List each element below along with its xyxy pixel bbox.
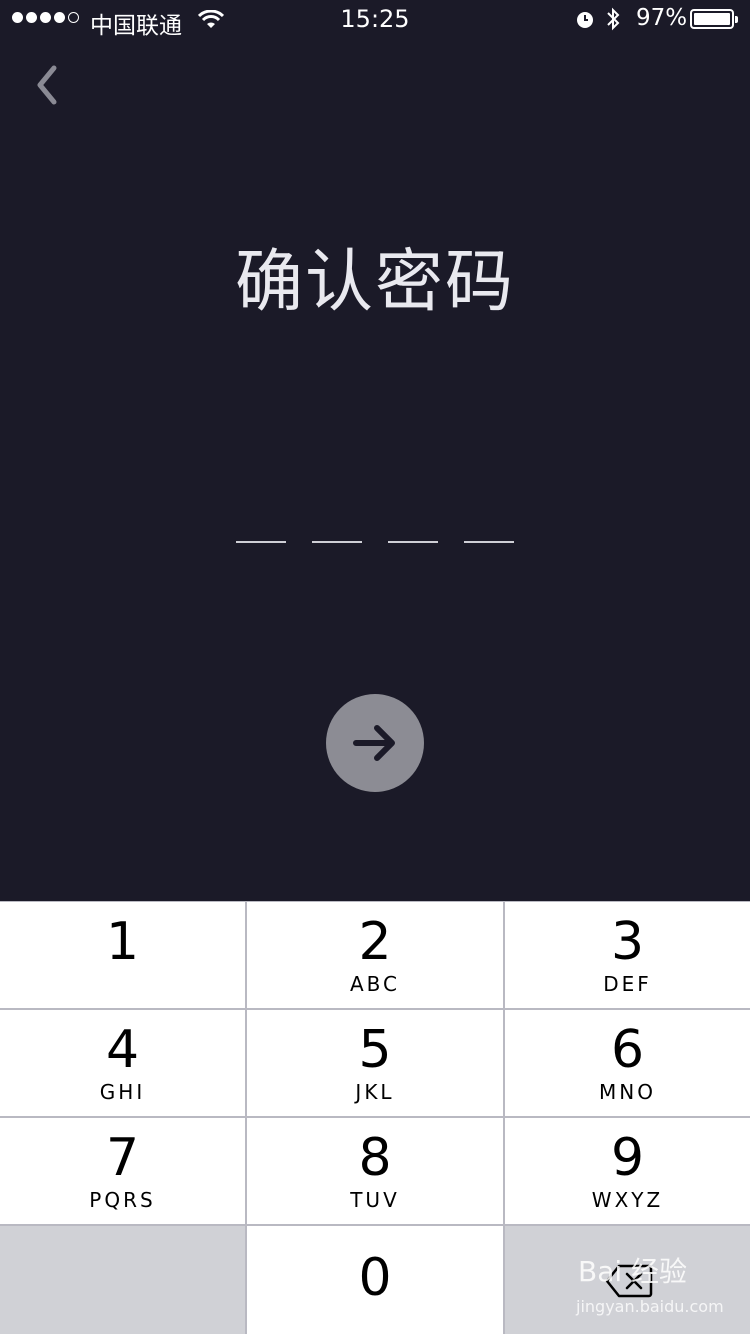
key-blank <box>0 1226 245 1334</box>
passcode-field[interactable] <box>236 541 516 545</box>
key-digit: 7 <box>105 1128 140 1188</box>
key-8[interactable]: 8 TUV <box>247 1118 503 1224</box>
key-letters: MNO <box>599 1080 656 1104</box>
key-3[interactable]: 3 DEF <box>505 902 750 1008</box>
back-button[interactable] <box>30 62 66 108</box>
key-2[interactable]: 2 ABC <box>247 902 503 1008</box>
key-letters: DEF <box>603 972 652 996</box>
watermark-logo: Bai 经验 <box>578 1255 688 1288</box>
key-digit: 2 <box>358 912 392 972</box>
key-letters: JKL <box>355 1080 395 1104</box>
key-letters: WXYZ <box>591 1188 664 1212</box>
key-1[interactable]: 1 <box>0 902 245 1008</box>
key-0[interactable]: 0 <box>247 1226 503 1334</box>
bluetooth-icon <box>605 6 621 38</box>
key-digit: 0 <box>358 1248 392 1308</box>
key-digit: 4 <box>105 1020 140 1080</box>
key-digit: 1 <box>105 912 140 972</box>
key-letters: ABC <box>349 972 400 996</box>
page-title: 确认密码 <box>234 243 515 322</box>
alarm-icon <box>574 8 596 36</box>
passcode-digit-slot <box>464 541 514 543</box>
key-6[interactable]: 6 MNO <box>505 1010 750 1116</box>
key-9[interactable]: 9 WXYZ <box>505 1118 750 1224</box>
key-digit: 6 <box>610 1020 645 1080</box>
key-letters: TUV <box>350 1188 400 1212</box>
key-digit: 8 <box>358 1128 392 1188</box>
battery-icon <box>690 9 738 29</box>
key-digit: 3 <box>610 912 645 972</box>
chevron-left-icon <box>37 65 57 105</box>
key-4[interactable]: 4 GHI <box>0 1010 245 1116</box>
key-letters: PQRS <box>89 1188 156 1212</box>
passcode-digit-slot <box>236 541 286 543</box>
arrow-right-icon <box>353 725 395 761</box>
key-digit: 9 <box>610 1128 645 1188</box>
battery-percentage: 97% <box>636 5 688 31</box>
key-7[interactable]: 7 PQRS <box>0 1118 245 1224</box>
key-letters: GHI <box>99 1080 146 1104</box>
key-digit: 5 <box>358 1020 392 1080</box>
key-5[interactable]: 5 JKL <box>247 1010 503 1116</box>
submit-button[interactable] <box>326 694 424 792</box>
status-bar: 中国联通 15:25 97% <box>0 0 750 40</box>
passcode-digit-slot <box>388 541 438 543</box>
passcode-digit-slot <box>312 541 362 543</box>
watermark-url: jingyan.baidu.com <box>576 1297 724 1316</box>
